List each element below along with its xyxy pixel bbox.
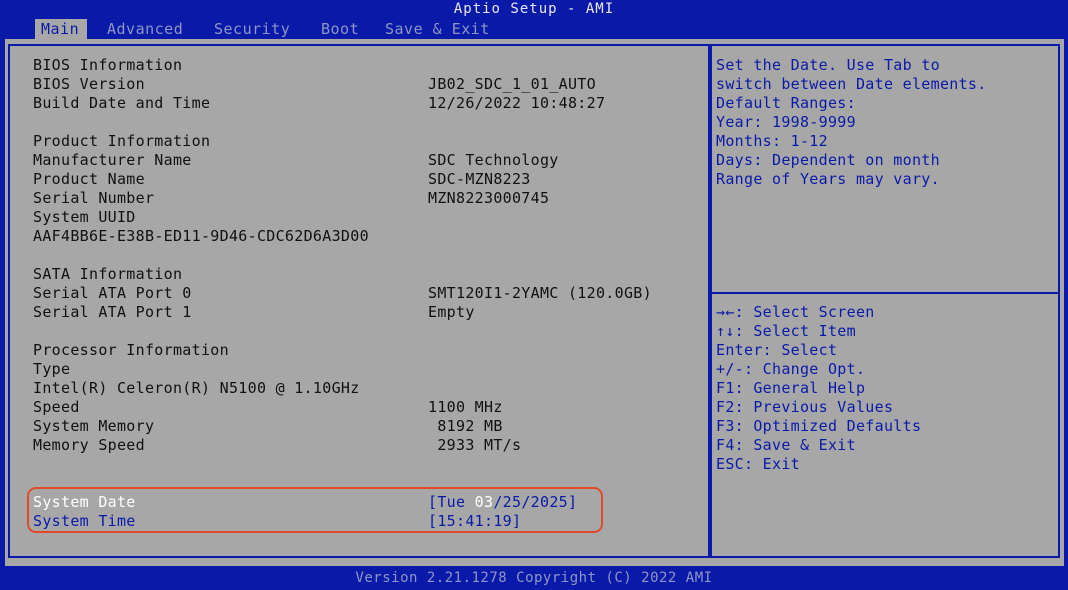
setup-panel: BIOS Information BIOS Version JB02_SDC_1… bbox=[5, 39, 1064, 566]
memory-speed-value: 2933 MT/s bbox=[428, 436, 522, 454]
help-divider bbox=[712, 292, 1058, 294]
memory-speed-label: Memory Speed bbox=[33, 436, 145, 454]
processor-type-label: Type bbox=[33, 360, 71, 378]
help-line-3: Default Ranges: bbox=[716, 94, 856, 112]
sata-info-header: SATA Information bbox=[33, 265, 183, 283]
sata-port0-label: Serial ATA Port 0 bbox=[33, 284, 192, 302]
manufacturer-label: Manufacturer Name bbox=[33, 151, 192, 169]
key-change-opt: +/-: Change Opt. bbox=[716, 360, 866, 378]
key-select-screen: →←: Select Screen bbox=[716, 303, 875, 321]
help-line-7: Range of Years may vary. bbox=[716, 170, 940, 188]
tab-advanced[interactable]: Advanced bbox=[107, 19, 183, 39]
sata-port1-label: Serial ATA Port 1 bbox=[33, 303, 192, 321]
product-name-value: SDC-MZN8223 bbox=[428, 170, 531, 188]
processor-type-value: Intel(R) Celeron(R) N5100 @ 1.10GHz bbox=[33, 379, 360, 397]
system-memory-value: 8192 MB bbox=[428, 417, 503, 435]
tab-security[interactable]: Security bbox=[214, 19, 290, 39]
key-select-item: ↑↓: Select Item bbox=[716, 322, 856, 340]
bios-info-header: BIOS Information bbox=[33, 56, 183, 74]
help-line-1: Set the Date. Use Tab to bbox=[716, 56, 940, 74]
help-line-2: switch between Date elements. bbox=[716, 75, 987, 93]
processor-info-header: Processor Information bbox=[33, 341, 229, 359]
processor-speed-label: Speed bbox=[33, 398, 80, 416]
key-enter-select: Enter: Select bbox=[716, 341, 838, 359]
manufacturer-value: SDC Technology bbox=[428, 151, 559, 169]
build-date-label: Build Date and Time bbox=[33, 94, 211, 112]
serial-number-value: MZN8223000745 bbox=[428, 189, 550, 207]
sata-port1-value: Empty bbox=[428, 303, 475, 321]
product-name-label: Product Name bbox=[33, 170, 145, 188]
tab-main[interactable]: Main bbox=[35, 19, 88, 39]
processor-speed-value: 1100 MHz bbox=[428, 398, 503, 416]
system-memory-label: System Memory bbox=[33, 417, 155, 435]
serial-number-label: Serial Number bbox=[33, 189, 155, 207]
version-footer: Version 2.21.1278 Copyright (C) 2022 AMI bbox=[0, 566, 1068, 588]
date-time-highlight bbox=[27, 487, 603, 533]
build-date-value: 12/26/2022 10:48:27 bbox=[428, 94, 606, 112]
product-info-header: Product Information bbox=[33, 132, 211, 150]
help-line-6: Days: Dependent on month bbox=[716, 151, 940, 169]
sata-port0-value: SMT120I1-2YAMC (120.0GB) bbox=[428, 284, 652, 302]
system-uuid-label: System UUID bbox=[33, 208, 136, 226]
key-previous-values: F2: Previous Values bbox=[716, 398, 894, 416]
key-optimized-defaults: F3: Optimized Defaults bbox=[716, 417, 922, 435]
bios-version-value: JB02_SDC_1_01_AUTO bbox=[428, 75, 596, 93]
bios-version-label: BIOS Version bbox=[33, 75, 145, 93]
help-line-5: Months: 1-12 bbox=[716, 132, 828, 150]
key-esc-exit: ESC: Exit bbox=[716, 455, 800, 473]
help-line-4: Year: 1998-9999 bbox=[716, 113, 856, 131]
tab-bar: Main Advanced Security Boot Save & Exit bbox=[0, 19, 1068, 39]
key-general-help: F1: General Help bbox=[716, 379, 866, 397]
key-save-exit: F4: Save & Exit bbox=[716, 436, 856, 454]
window-title: Aptio Setup - AMI bbox=[0, 0, 1068, 19]
system-uuid-value: AAF4BB6E-E38B-ED11-9D46-CDC62D6A3D00 bbox=[33, 227, 369, 245]
tab-save-exit[interactable]: Save & Exit bbox=[385, 19, 490, 39]
tab-boot[interactable]: Boot bbox=[321, 19, 359, 39]
